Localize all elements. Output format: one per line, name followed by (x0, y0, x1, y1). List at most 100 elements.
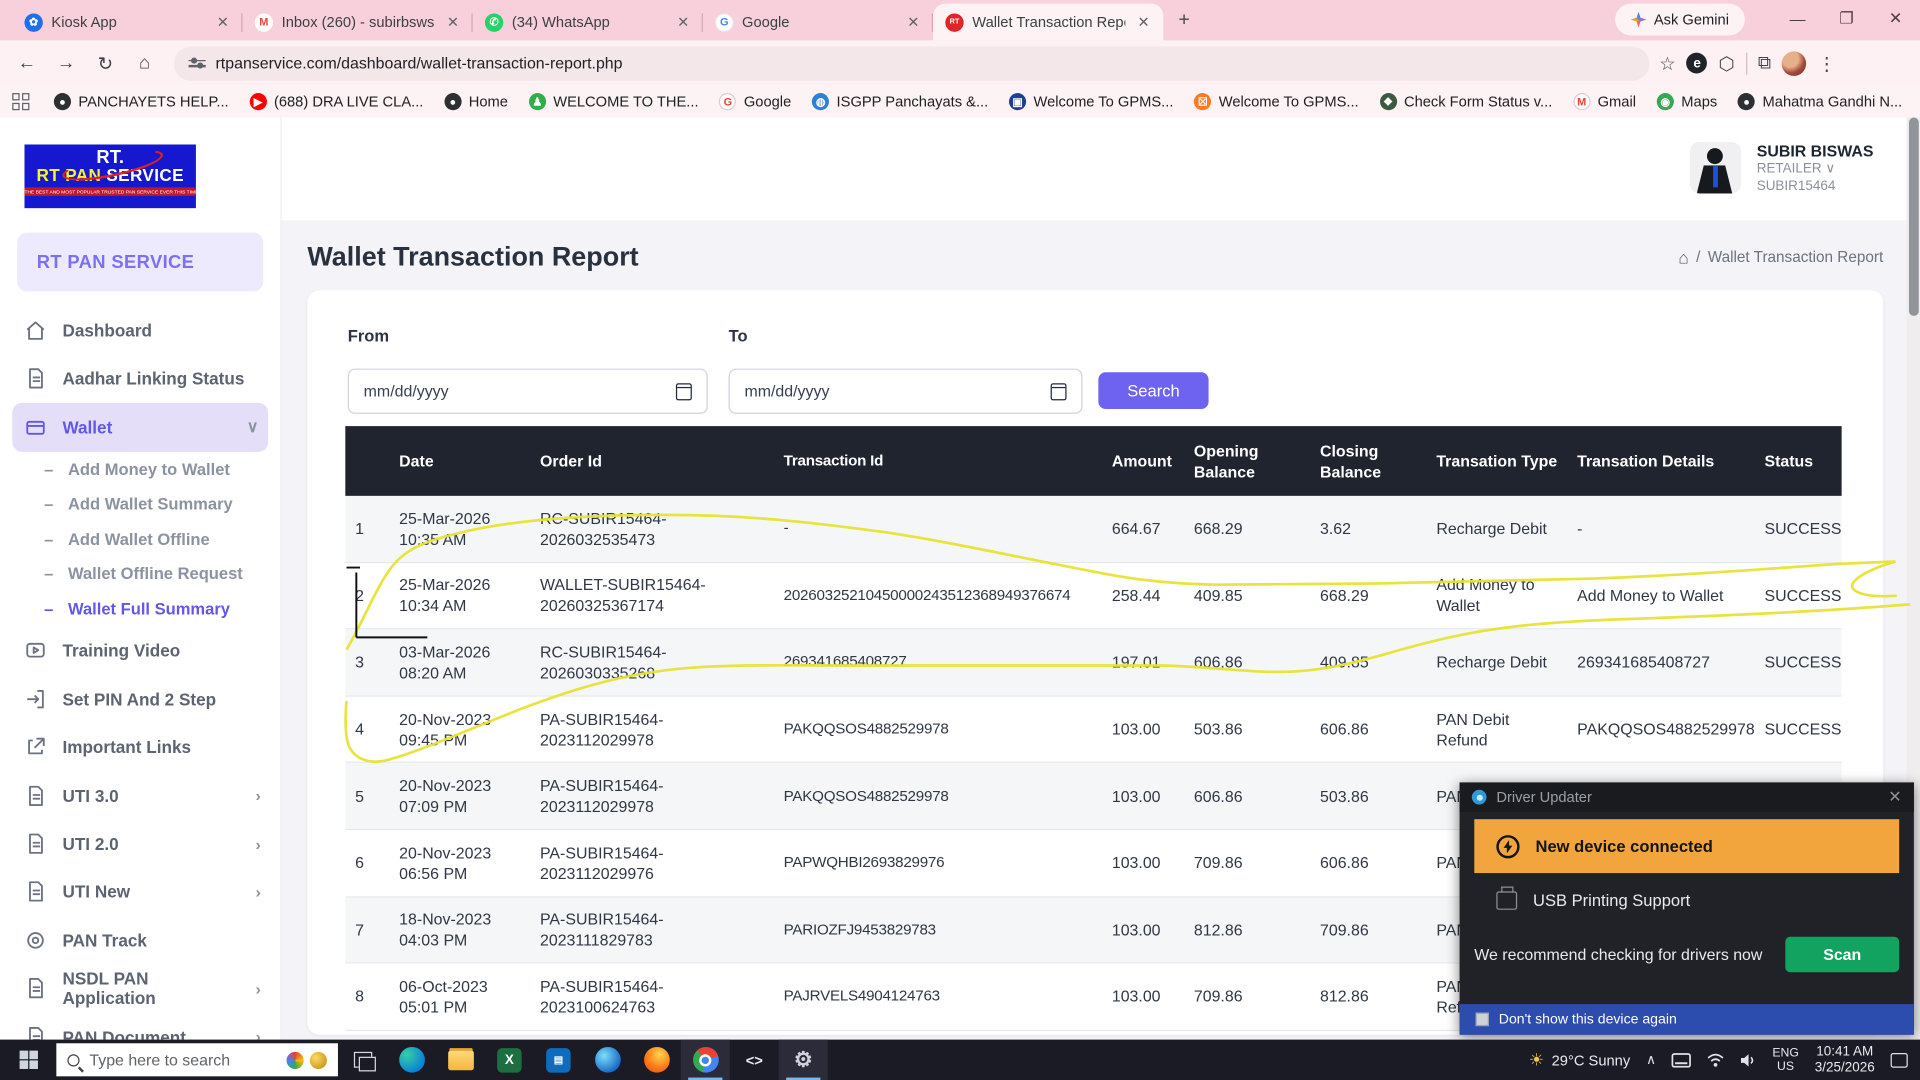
sidebar-item-uti-3-0[interactable]: UTI 3.0› (0, 771, 280, 819)
taskbar-app-settings[interactable]: ⚙ (779, 1040, 828, 1080)
bookmark-item[interactable]: ●Home (444, 93, 508, 110)
taskbar-app-excel[interactable]: X (485, 1040, 534, 1080)
taskbar-app-firefox[interactable] (632, 1040, 681, 1080)
bookmark-item[interactable]: ▶(688) DRA LIVE CLA... (249, 93, 423, 110)
bookmark-item[interactable]: ▣Welcome To GPMS... (1009, 93, 1173, 110)
browser-tab[interactable]: MInbox (260) - subirbsws25@gm✕ (242, 4, 472, 41)
bookmark-item[interactable]: GGoogle (719, 93, 791, 110)
sidebar-item-uti-new[interactable]: UTI New› (0, 868, 280, 916)
taskbar-search[interactable]: Type here to search (56, 1043, 338, 1076)
taskbar-app-chrome[interactable] (681, 1040, 730, 1080)
site-settings-icon[interactable] (189, 59, 206, 66)
tab-close-icon[interactable]: ✕ (1134, 12, 1154, 32)
browser-tab[interactable]: ✿Kiosk App✕ (12, 4, 242, 41)
table-row[interactable]: 303-Mar-2026 08:20 AMRC-SUBIR15464- 2026… (345, 630, 1841, 697)
clock[interactable]: 10:41 AM 3/25/2026 (1815, 1044, 1875, 1076)
tab-close-icon[interactable]: ✕ (213, 12, 233, 32)
apps-grid-icon[interactable] (12, 93, 29, 110)
taskbar-app-store[interactable]: ▤ (534, 1040, 583, 1080)
ask-gemini-button[interactable]: Ask Gemini (1615, 4, 1745, 36)
scan-button[interactable]: Scan (1785, 937, 1899, 973)
bookmark-item[interactable]: ♟WELCOME TO THE... (529, 93, 699, 110)
task-view-button[interactable] (338, 1052, 387, 1068)
sidebar-subitem-add-wallet-offline[interactable]: –Add Wallet Offline (0, 522, 280, 557)
browser-tab[interactable]: GGoogle✕ (703, 4, 933, 41)
bookmark-star-icon[interactable]: ☆ (1659, 52, 1675, 74)
forward-button[interactable]: → (49, 46, 83, 80)
bookmark-item[interactable]: ❖Check Form Status v... (1379, 93, 1552, 110)
calendar-icon[interactable] (676, 383, 692, 400)
sidebar-item-pan-track[interactable]: PAN Track (0, 916, 280, 964)
notification-center-icon[interactable] (1891, 1052, 1908, 1067)
search-button[interactable]: Search (1098, 372, 1208, 409)
bookmark-item[interactable]: ◍ISGPP Panchayats &... (812, 93, 988, 110)
address-bar[interactable]: rtpanservice.com/dashboard/wallet-transa… (174, 46, 1650, 80)
dont-show-checkbox[interactable] (1476, 1013, 1489, 1026)
home-button[interactable]: ⌂ (127, 46, 161, 80)
taskbar-app-file-explorer[interactable] (436, 1040, 485, 1080)
extensions-puzzle-icon[interactable]: ⬡ (1719, 52, 1735, 74)
sidebar-item-training-video[interactable]: Training Video (0, 627, 280, 675)
sidebar-subitem-wallet-offline-request[interactable]: –Wallet Offline Request (0, 557, 280, 592)
search-reward-icon[interactable] (310, 1051, 327, 1068)
tab-close-icon[interactable]: ✕ (673, 12, 693, 32)
bookmark-item[interactable]: ●Mahatma Gandhi N... (1738, 93, 1902, 110)
taskbar-app-dev-code[interactable]: <> (730, 1040, 779, 1080)
reload-button[interactable]: ↻ (88, 46, 122, 80)
user-block[interactable]: SUBIR BISWAS RETAILER ∨ SUBIR15464 (1689, 142, 1873, 195)
profile-avatar[interactable] (1782, 51, 1806, 75)
from-date-input[interactable]: mm/dd/yyyy (348, 369, 708, 414)
usb-device-row[interactable]: USB Printing Support (1460, 873, 1914, 927)
side-panel-icon[interactable]: ⧉ (1758, 53, 1771, 74)
maximize-button[interactable]: ❐ (1822, 9, 1871, 29)
close-button[interactable]: ✕ (1871, 9, 1920, 29)
sidebar-subitem-wallet-full-summary[interactable]: –Wallet Full Summary (0, 592, 280, 627)
tab-close-icon[interactable]: ✕ (904, 12, 924, 32)
bookmark-item[interactable]: ☒Welcome To GPMS... (1194, 93, 1358, 110)
sidebar-item-set-pin-and-2-step[interactable]: Set PIN And 2 Step (0, 675, 280, 723)
sidebar-subitem-add-wallet-summary[interactable]: –Add Wallet Summary (0, 487, 280, 522)
weather-widget[interactable]: ☀ 29°C Sunny (1529, 1049, 1630, 1070)
sidebar-item-uti-2-0[interactable]: UTI 2.0› (0, 820, 280, 868)
bookmark-item[interactable]: MGmail (1573, 93, 1636, 110)
site-icon: ♟ (529, 93, 546, 110)
breadcrumb-home-icon[interactable]: ⌂ (1678, 247, 1688, 267)
user-role[interactable]: RETAILER ∨ (1757, 160, 1874, 177)
taskbar-app-edge-beta[interactable] (583, 1040, 632, 1080)
volume-icon[interactable] (1740, 1052, 1756, 1067)
minimize-button[interactable]: — (1773, 9, 1822, 27)
sidebar-item-nsdl-pan-application[interactable]: NSDL PAN Application› (0, 964, 280, 1012)
back-button[interactable]: ← (10, 46, 44, 80)
sidebar-item-pan-document[interactable]: PAN Document› (0, 1013, 280, 1040)
language-indicator[interactable]: ENG US (1772, 1046, 1799, 1073)
popup-close-icon[interactable]: ✕ (1888, 787, 1901, 807)
cell-order_id: PA-SUBIR15464- 2023100624763 (530, 976, 774, 1018)
table-row[interactable]: 225-Mar-2026 10:34 AMWALLET-SUBIR15464- … (345, 563, 1841, 630)
bookmark-item[interactable]: ◉Maps (1657, 93, 1717, 110)
scrollbar-thumb[interactable] (1908, 118, 1918, 316)
sidebar-item-wallet[interactable]: Wallet∨ (12, 403, 268, 452)
sidebar-item-important-links[interactable]: Important Links (0, 723, 280, 771)
start-button[interactable] (0, 1040, 56, 1080)
cell-details: PAKQQSOS4882529978 (1567, 719, 1754, 740)
hidden-icons-chevron[interactable]: ∧ (1646, 1052, 1656, 1068)
extension-e-icon[interactable]: e (1687, 53, 1708, 74)
taskbar-app-edge[interactable] (387, 1040, 436, 1080)
menu-dots-icon[interactable]: ⋮ (1817, 52, 1835, 74)
sidebar-subitem-add-money-to-wallet[interactable]: –Add Money to Wallet (0, 452, 280, 487)
sidebar-item-aadhar-linking-status[interactable]: Aadhar Linking Status (0, 354, 280, 402)
browser-tab[interactable]: ✆(34) WhatsApp✕ (473, 4, 703, 41)
browser-tab[interactable]: RTWallet Transaction Report✕ (933, 4, 1163, 41)
new-tab-button[interactable]: + (1168, 5, 1200, 37)
cell-closing: 709.86 (1310, 919, 1426, 940)
search-highlight-icon[interactable] (287, 1051, 304, 1068)
touch-keyboard-icon[interactable] (1672, 1052, 1692, 1067)
calendar-icon[interactable] (1051, 383, 1067, 400)
table-row[interactable]: 420-Nov-2023 09:45 PMPA-SUBIR15464- 2023… (345, 696, 1841, 763)
sidebar-item-dashboard[interactable]: Dashboard (0, 306, 280, 354)
table-row[interactable]: 125-Mar-2026 10:35 AMRC-SUBIR15464- 2026… (345, 496, 1841, 563)
to-date-input[interactable]: mm/dd/yyyy (729, 369, 1083, 414)
tab-close-icon[interactable]: ✕ (443, 12, 463, 32)
bookmark-item[interactable]: ●PANCHAYETS HELP... (54, 93, 229, 110)
network-icon[interactable] (1707, 1052, 1724, 1067)
